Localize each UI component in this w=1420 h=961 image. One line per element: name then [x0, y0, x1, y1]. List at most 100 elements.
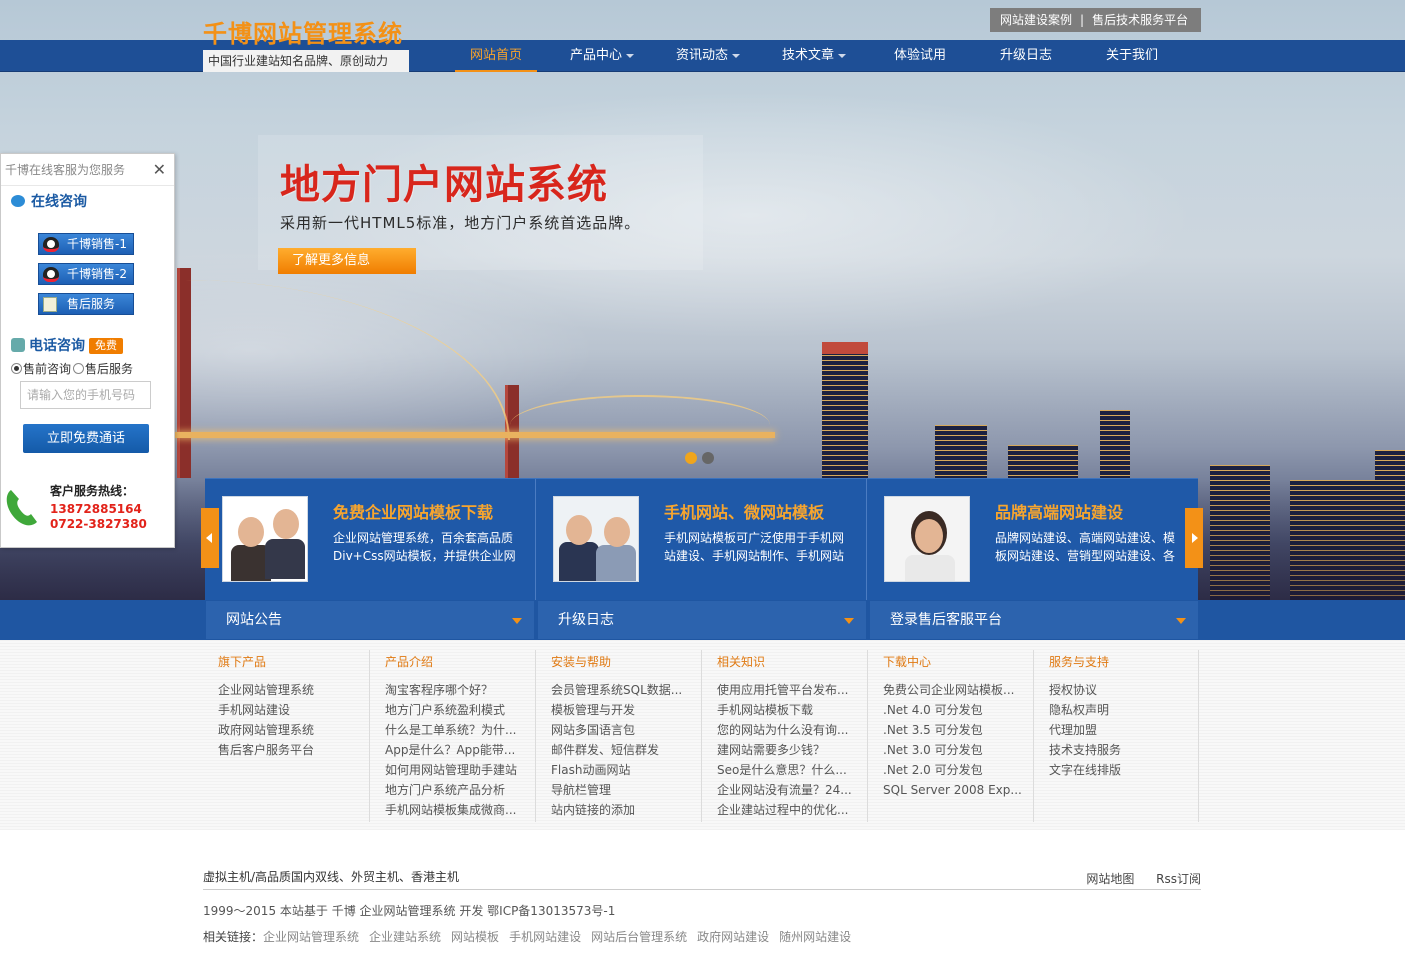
- chevron-right-icon: [1192, 533, 1198, 543]
- close-icon[interactable]: ✕: [153, 154, 166, 186]
- list-item[interactable]: 文字在线排版: [1049, 760, 1189, 780]
- column-title: 产品介绍: [385, 655, 434, 669]
- list-item[interactable]: 免费公司企业网站模板...: [883, 680, 1023, 700]
- list-item[interactable]: 地方门户系统产品分析: [385, 780, 525, 800]
- list-item[interactable]: Flash动画网站: [551, 760, 691, 780]
- feature-description: 企业网站管理系统，百余套高品质Div+Css网站模板，并提供企业网: [333, 531, 516, 563]
- radio-presales[interactable]: [11, 363, 22, 374]
- link-column-support: 服务与支持 授权协议 隐私权声明 代理加盟 技术支持服务 文字在线排版: [1033, 650, 1199, 822]
- menu-item-changelog[interactable]: 升级日志: [973, 40, 1079, 72]
- banner-title: 地方门户网站系统: [280, 162, 608, 208]
- hotline-number: 13872885164: [50, 502, 142, 516]
- slider-dot-1[interactable]: [685, 452, 697, 464]
- aftersale-button[interactable]: 售后服务: [38, 293, 134, 315]
- tab-announcements[interactable]: 网站公告: [206, 601, 534, 639]
- list-item[interactable]: SQL Server 2008 Exp...: [883, 780, 1023, 800]
- menu-item-news[interactable]: 资讯动态: [655, 40, 761, 72]
- sitemap-link[interactable]: 网站地图: [1086, 872, 1134, 886]
- top-links: 网站建设案例 | 售后技术服务平台: [990, 8, 1201, 32]
- related-link[interactable]: 网站后台管理系统: [591, 930, 687, 944]
- tab-support-login[interactable]: 登录售后客服平台: [870, 601, 1198, 639]
- hosting-link[interactable]: 虚拟主机/高品质国内双线、外贸主机、香港主机: [203, 870, 459, 884]
- list-item[interactable]: 手机网站模板下载: [717, 700, 857, 720]
- feature-title[interactable]: 手机网站、微网站模板: [664, 499, 824, 523]
- tab-changelog[interactable]: 升级日志: [538, 601, 866, 639]
- list-item[interactable]: 代理加盟: [1049, 720, 1189, 740]
- feature-image: [222, 496, 308, 582]
- list-item[interactable]: 隐私权声明: [1049, 700, 1189, 720]
- list-item[interactable]: 使用应用托管平台发布...: [717, 680, 857, 700]
- list-item[interactable]: .Net 2.0 可分发包: [883, 760, 1023, 780]
- radio-aftersales[interactable]: [73, 363, 85, 374]
- list-item[interactable]: 邮件群发、短信群发: [551, 740, 691, 760]
- list-item[interactable]: 如何用网站管理助手建站: [385, 760, 525, 780]
- list-item[interactable]: 手机网站建设: [218, 700, 358, 720]
- list-item[interactable]: 企业网站没有流量？24...: [717, 780, 857, 800]
- list-item[interactable]: 政府网站管理系统: [218, 720, 358, 740]
- related-links: 相关链接：企业网站管理系统 企业建站系统 网站模板 手机网站建设 网站后台管理系统 政府网…: [203, 928, 861, 945]
- top-link-support[interactable]: 售后技术服务平台: [1092, 13, 1188, 27]
- related-label: 相关链接：: [203, 930, 264, 944]
- list-item[interactable]: 企业网站管理系统: [218, 680, 358, 700]
- learn-more-button[interactable]: 了解更多信息: [278, 248, 416, 274]
- list-item[interactable]: 会员管理系统SQL数据...: [551, 680, 691, 700]
- bridge-deck: [175, 432, 775, 438]
- qq-icon: [43, 237, 59, 252]
- list-item[interactable]: 模板管理与开发: [551, 700, 691, 720]
- list-item[interactable]: 网站多国语言包: [551, 720, 691, 740]
- list-item[interactable]: .Net 4.0 可分发包: [883, 700, 1023, 720]
- list-item[interactable]: 您的网站为什么没有询...: [717, 720, 857, 740]
- feature-card-mobile[interactable]: 手机网站、微网站模板 手机网站模板可广泛使用于手机网站建设、手机网站制作、手机网…: [536, 479, 866, 601]
- menu-item-home[interactable]: 网站首页: [443, 40, 549, 72]
- list-item[interactable]: Seo是什么意思？什么...: [717, 760, 857, 780]
- list-item[interactable]: 授权协议: [1049, 680, 1189, 700]
- menu-item-about[interactable]: 关于我们: [1079, 40, 1185, 72]
- related-link[interactable]: 企业建站系统: [369, 930, 441, 944]
- logo-title[interactable]: 千博网站管理系统: [203, 14, 403, 49]
- free-call-button[interactable]: 立即免费通话: [23, 424, 149, 453]
- list-item[interactable]: 售后客户服务平台: [218, 740, 358, 760]
- prev-arrow-button[interactable]: [201, 508, 219, 568]
- related-link[interactable]: 随州网站建设: [779, 930, 851, 944]
- feature-image: [884, 496, 970, 582]
- rss-link[interactable]: Rss订阅: [1156, 872, 1201, 886]
- list-item[interactable]: 站内链接的添加: [551, 800, 691, 820]
- consult-type-radios: 售前咨询 售后服务: [11, 360, 133, 377]
- top-link-separator: |: [1080, 13, 1085, 27]
- feature-title[interactable]: 品牌高端网站建设: [995, 499, 1123, 523]
- next-arrow-button[interactable]: [1185, 508, 1203, 568]
- feature-description: 品牌网站建设、高端网站建设、模板网站建设、营销型网站建设、各: [995, 531, 1176, 563]
- list-item[interactable]: 手机网站模板集成微商...: [385, 800, 525, 820]
- slider-dot-2[interactable]: [702, 452, 714, 464]
- list-item[interactable]: 技术支持服务: [1049, 740, 1189, 760]
- top-link-cases[interactable]: 网站建设案例: [1000, 13, 1072, 27]
- menu-item-trial[interactable]: 体验试用: [867, 40, 973, 72]
- menu-item-products[interactable]: 产品中心: [549, 40, 655, 72]
- list-item[interactable]: 淘宝客程序哪个好？: [385, 680, 525, 700]
- feature-card-brand[interactable]: 品牌高端网站建设 品牌网站建设、高端网站建设、模板网站建设、营销型网站建设、各: [867, 479, 1197, 601]
- list-item[interactable]: 建网站需要多少钱？: [717, 740, 857, 760]
- related-link[interactable]: 网站模板: [451, 930, 499, 944]
- list-item[interactable]: App是什么？App能带...: [385, 740, 525, 760]
- list-item[interactable]: 地方门户系统盈利模式: [385, 700, 525, 720]
- related-link[interactable]: 政府网站建设: [697, 930, 769, 944]
- related-link[interactable]: 企业网站管理系统: [263, 930, 359, 944]
- list-item[interactable]: 什么是工单系统？为什...: [385, 720, 525, 740]
- related-link[interactable]: 手机网站建设: [509, 930, 581, 944]
- radio-label: 售后服务: [85, 362, 134, 376]
- list-item[interactable]: 导航栏管理: [551, 780, 691, 800]
- radio-label: 售前咨询: [23, 362, 72, 376]
- feature-title[interactable]: 免费企业网站模板下载: [333, 499, 493, 523]
- phone-number-input[interactable]: 请输入您的手机号码: [20, 381, 151, 409]
- qq-sales-1-button[interactable]: 千博销售-1: [38, 233, 134, 255]
- feature-card-templates[interactable]: 免费企业网站模板下载 企业网站管理系统，百余套高品质Div+Css网站模板，并提…: [205, 479, 535, 601]
- list-item[interactable]: .Net 3.0 可分发包: [883, 740, 1023, 760]
- menu-item-articles[interactable]: 技术文章: [761, 40, 867, 72]
- chevron-down-icon: [838, 53, 846, 58]
- list-item[interactable]: 企业建站过程中的优化...: [717, 800, 857, 820]
- qq-sales-2-button[interactable]: 千博销售-2: [38, 263, 134, 285]
- document-icon: [43, 297, 57, 312]
- link-column-products: 旗下产品 企业网站管理系统 手机网站建设 政府网站管理系统 售后客户服务平台: [203, 650, 369, 822]
- caret-down-icon: [512, 618, 522, 624]
- list-item[interactable]: .Net 3.5 可分发包: [883, 720, 1023, 740]
